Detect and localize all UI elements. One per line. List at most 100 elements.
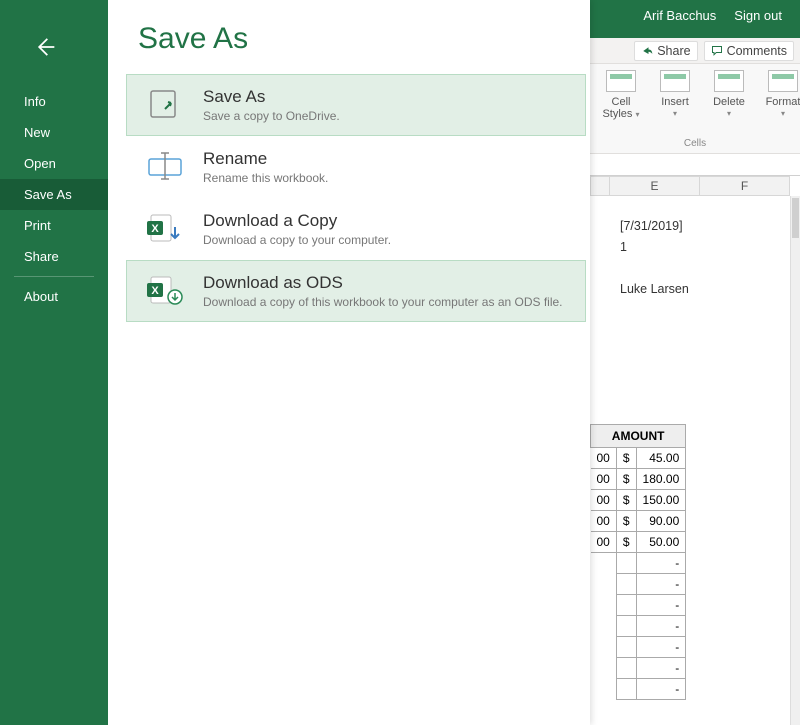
chevron-down-icon: ▾: [673, 109, 677, 118]
currency-symbol: $: [616, 511, 636, 532]
format-button[interactable]: Format ▾: [762, 70, 800, 120]
currency-symbol: $: [616, 532, 636, 553]
table-row[interactable]: -: [591, 637, 686, 658]
option-title: Download a Copy: [203, 211, 391, 231]
page-title: Save As: [126, 22, 590, 56]
amount-header: AMOUNT: [591, 425, 686, 448]
insert-icon: [660, 70, 690, 92]
option-desc: Download a copy of this workbook to your…: [203, 295, 563, 309]
sidebar-item-about[interactable]: About: [0, 281, 108, 312]
format-label: Format: [766, 96, 800, 108]
ribbon-cells-group: Cell Styles ▾ Insert ▾ Delete ▾ Format ▾: [590, 64, 800, 154]
excel-ods-icon: X: [145, 273, 185, 307]
insert-label: Insert: [661, 96, 689, 108]
amount-value: 180.00: [636, 469, 686, 490]
formula-bar[interactable]: [590, 154, 800, 176]
saveas-icon: [145, 87, 185, 121]
sidebar-item-new[interactable]: New: [0, 117, 108, 148]
table-row[interactable]: -: [591, 553, 686, 574]
empty-cell: [616, 595, 636, 616]
table-row[interactable]: -: [591, 658, 686, 679]
cell-one[interactable]: 1: [590, 238, 790, 259]
sidebar-item-save-as[interactable]: Save As: [0, 179, 108, 210]
dash-value: -: [636, 574, 686, 595]
back-arrow-icon: [31, 33, 59, 61]
table-row[interactable]: -: [591, 574, 686, 595]
empty-cell: [616, 658, 636, 679]
currency-symbol: $: [616, 490, 636, 511]
table-row[interactable]: 00$50.00: [591, 532, 686, 553]
dash-value: -: [636, 658, 686, 679]
dash-value: -: [636, 595, 686, 616]
option-download-as-ods[interactable]: XDownload as ODSDownload a copy of this …: [126, 260, 586, 322]
table-row[interactable]: -: [591, 679, 686, 700]
share-label: Share: [657, 44, 690, 58]
option-title: Rename: [203, 149, 328, 169]
empty-cell: [616, 637, 636, 658]
table-row[interactable]: 00$45.00: [591, 448, 686, 469]
table-row[interactable]: 00$150.00: [591, 490, 686, 511]
chevron-down-icon: ▾: [781, 109, 785, 118]
cell-name[interactable]: Luke Larsen: [590, 280, 790, 301]
empty-cell: [616, 574, 636, 595]
row-hint: 00: [591, 448, 617, 469]
column-headers: E F: [590, 176, 790, 196]
table-row[interactable]: 00$90.00: [591, 511, 686, 532]
currency-symbol: $: [616, 448, 636, 469]
backstage-nav: InfoNewOpenSave AsPrintShare About: [0, 86, 108, 312]
share-button[interactable]: Share: [634, 41, 697, 61]
option-rename[interactable]: RenameRename this workbook.: [126, 136, 586, 198]
chevron-down-icon: ▾: [727, 109, 731, 118]
comments-button[interactable]: Comments: [704, 41, 794, 61]
dash-value: -: [636, 553, 686, 574]
delete-label: Delete: [713, 96, 745, 108]
scrollbar-thumb[interactable]: [792, 198, 799, 238]
row-hint: 00: [591, 532, 617, 553]
cell-styles-icon: [606, 70, 636, 92]
row-hint: 00: [591, 511, 617, 532]
empty-cell: [616, 553, 636, 574]
option-desc: Save a copy to OneDrive.: [203, 109, 340, 123]
currency-symbol: $: [616, 469, 636, 490]
option-desc: Download a copy to your computer.: [203, 233, 391, 247]
amount-value: 45.00: [636, 448, 686, 469]
insert-button[interactable]: Insert ▾: [654, 70, 696, 120]
table-row[interactable]: -: [591, 616, 686, 637]
col-header-f[interactable]: F: [700, 176, 790, 196]
backstage-panel: InfoNewOpenSave AsPrintShareAbout Save A…: [0, 0, 590, 725]
sidebar-item-share[interactable]: Share: [0, 241, 108, 272]
dash-value: -: [636, 616, 686, 637]
delete-button[interactable]: Delete ▾: [708, 70, 750, 120]
option-save-as[interactable]: Save As Save a copy to OneDrive.: [126, 74, 586, 136]
cell-date[interactable]: [7/31/2019]: [590, 217, 790, 238]
row-hint: 00: [591, 490, 617, 511]
sidebar-item-print[interactable]: Print: [0, 210, 108, 241]
sidebar-divider: [14, 276, 94, 277]
option-title: Save As: [203, 87, 340, 107]
titlebar-right: Arif Bacchus Sign out: [643, 0, 800, 30]
empty-cell: [616, 616, 636, 637]
comments-label: Comments: [727, 44, 787, 58]
cell-styles-button[interactable]: Cell Styles ▾: [600, 70, 642, 120]
svg-text:X: X: [151, 285, 159, 297]
table-row[interactable]: -: [591, 595, 686, 616]
delete-icon: [714, 70, 744, 92]
sign-out-link[interactable]: Sign out: [734, 8, 782, 23]
chevron-down-icon: ▾: [636, 110, 640, 119]
user-name-label[interactable]: Arif Bacchus: [643, 8, 716, 23]
options-list: Save As Save a copy to OneDrive. RenameRen…: [126, 74, 590, 322]
backstage-sidebar: InfoNewOpenSave AsPrintShare About: [0, 0, 108, 725]
back-button[interactable]: [28, 30, 62, 64]
ribbon-tab-strip: Share Comments: [590, 38, 800, 64]
rename-icon: [145, 149, 185, 183]
option-download-a-copy[interactable]: XDownload a CopyDownload a copy to your …: [126, 198, 586, 260]
sidebar-item-info[interactable]: Info: [0, 86, 108, 117]
vertical-scrollbar[interactable]: [790, 196, 800, 725]
amount-table: AMOUNT 00$45.0000$180.0000$150.0000$90.0…: [590, 424, 686, 700]
dash-value: -: [636, 679, 686, 700]
col-header-e[interactable]: E: [610, 176, 700, 196]
sidebar-item-open[interactable]: Open: [0, 148, 108, 179]
table-row[interactable]: 00$180.00: [591, 469, 686, 490]
col-header-gutter[interactable]: [590, 176, 610, 196]
cell-styles-label: Cell Styles: [602, 96, 632, 120]
